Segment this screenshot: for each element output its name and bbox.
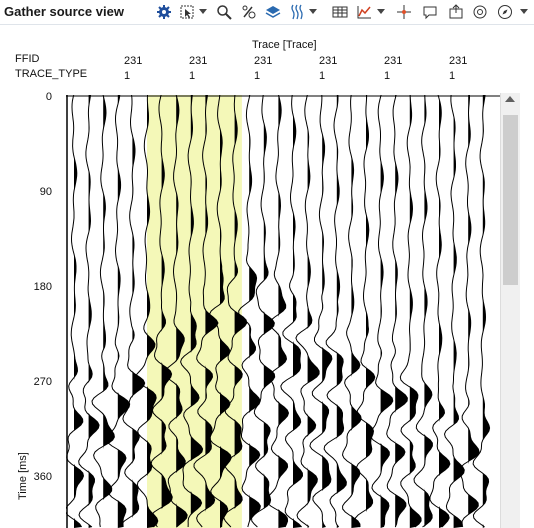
y-tick-label: 180 [33, 281, 52, 293]
ffid-value: 231 [319, 55, 338, 67]
trace-type-value: 1 [124, 70, 131, 82]
layers-icon[interactable] [263, 2, 283, 22]
chevron-down-icon[interactable] [377, 9, 385, 14]
trace-type-value: 1 [319, 70, 326, 82]
trace-type-value: 1 [189, 70, 196, 82]
trace-type-value: 1 [254, 70, 261, 82]
chart-icon[interactable] [354, 2, 374, 22]
window-title: Gather source view [4, 4, 124, 19]
chevron-down-icon[interactable] [309, 9, 317, 14]
y-tick-label: 90 [39, 186, 52, 198]
seismic-wiggle-display[interactable] [66, 95, 500, 528]
y-tick-label: 0 [45, 91, 52, 103]
x-axis-title: Trace [Trace] [252, 39, 317, 51]
comment-icon[interactable] [420, 2, 440, 22]
scroll-thumb[interactable] [503, 115, 518, 285]
scroll-up-icon[interactable] [505, 96, 515, 102]
ffid-value: 231 [189, 55, 208, 67]
crosshair-icon[interactable] [394, 2, 414, 22]
vertical-scrollbar[interactable] [500, 93, 520, 528]
ffid-value: 231 [449, 55, 468, 67]
settings-icon[interactable] [154, 2, 174, 22]
compass-icon[interactable] [495, 2, 515, 22]
trace-type-value: 1 [384, 70, 391, 82]
wiggle-icon[interactable] [287, 2, 307, 22]
header-trace-type-label: TRACE_TYPE [15, 68, 88, 80]
zoom-icon[interactable] [214, 2, 234, 22]
screenshot-icon[interactable] [470, 2, 490, 22]
ffid-value: 231 [384, 55, 403, 67]
export-icon[interactable] [446, 2, 466, 22]
table-icon[interactable] [330, 2, 350, 22]
title-bar: Gather source view [0, 0, 534, 25]
trace-type-value: 1 [449, 70, 456, 82]
toolbar [150, 0, 534, 24]
chevron-down-icon[interactable] [520, 9, 528, 14]
y-tick-label: 270 [33, 376, 52, 388]
ffid-value: 231 [254, 55, 273, 67]
probe-icon[interactable] [239, 2, 259, 22]
y-axis-title: Time [ms] [17, 452, 29, 500]
ffid-value: 231 [124, 55, 143, 67]
zoom-rect-icon[interactable] [177, 2, 197, 22]
header-ffid-label: FFID [15, 53, 40, 65]
chevron-down-icon[interactable] [199, 9, 207, 14]
